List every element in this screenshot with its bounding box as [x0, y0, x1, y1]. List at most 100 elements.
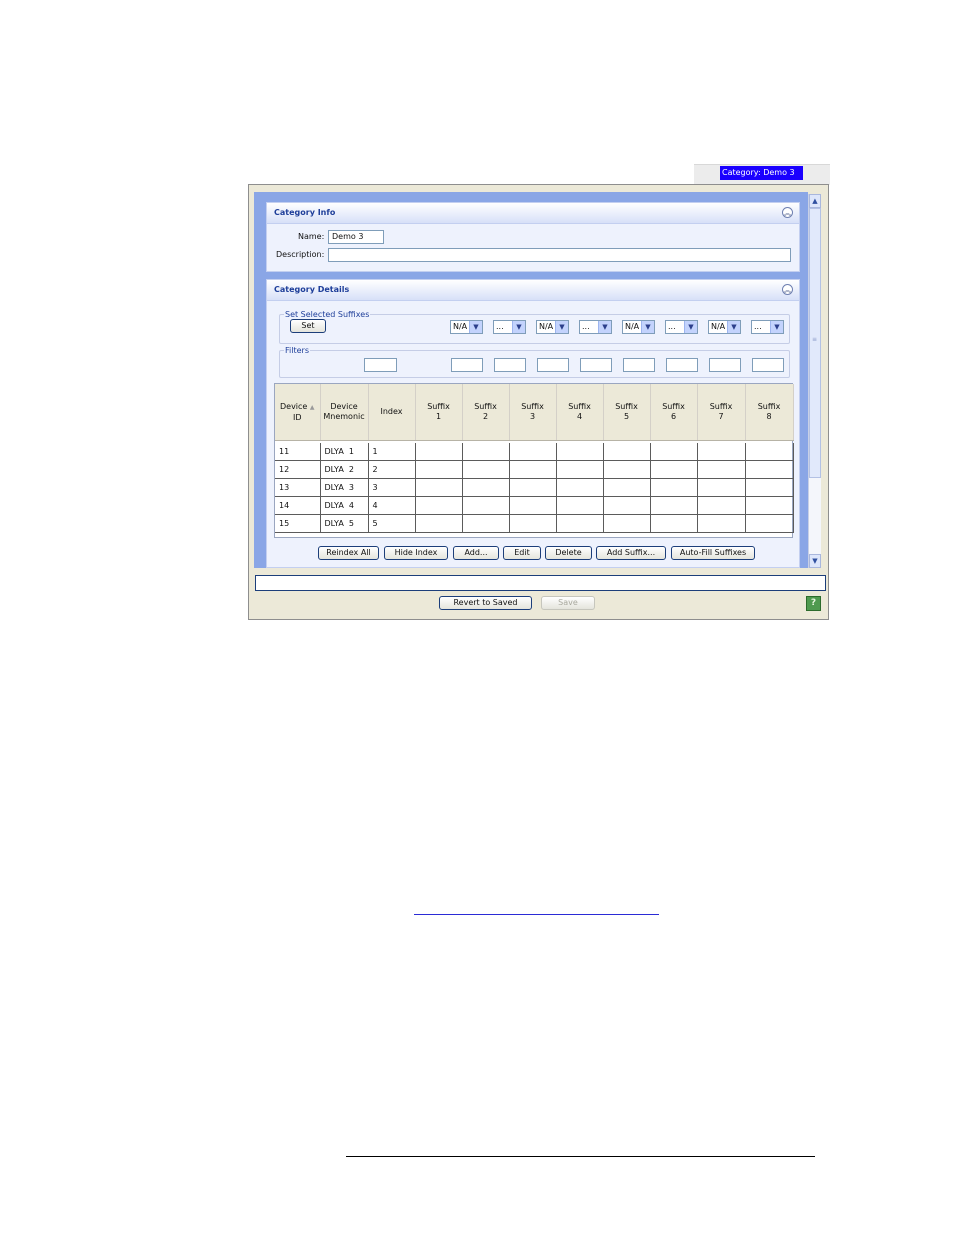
cell-suffix[interactable] [697, 460, 746, 479]
cell-suffix[interactable] [603, 478, 651, 497]
cell-suffix[interactable] [415, 514, 463, 533]
cell-suffix[interactable] [415, 478, 463, 497]
filter-suffix-7-input[interactable] [709, 358, 741, 372]
col-header-device-id[interactable]: Device ▲ ID [275, 384, 321, 441]
suffix-dropdown-7[interactable]: N/A ▼ [708, 320, 741, 334]
collapse-icon[interactable]: ︽ [782, 284, 793, 295]
set-button[interactable]: Set [290, 319, 326, 333]
col-header-suffix-6[interactable]: Suffix 6 [650, 384, 698, 441]
suffix-dropdown-2[interactable]: ... ▼ [493, 320, 526, 334]
cell-suffix[interactable] [650, 443, 698, 461]
cell-suffix[interactable] [697, 514, 746, 533]
cell-suffix[interactable] [745, 460, 794, 479]
col-header-suffix-8[interactable]: Suffix 8 [745, 384, 794, 441]
hide-index-button[interactable]: Hide Index [384, 546, 448, 560]
save-button[interactable]: Save [541, 596, 595, 610]
cell-suffix[interactable] [603, 496, 651, 515]
add-button[interactable]: Add... [453, 546, 499, 560]
suffix-dropdown-6[interactable]: ... ▼ [665, 320, 698, 334]
collapse-icon[interactable]: ︽ [782, 207, 793, 218]
cell-suffix[interactable] [745, 496, 794, 515]
cell-suffix[interactable] [509, 443, 557, 461]
table-row[interactable]: 14 DLYA 4 4 [275, 496, 794, 515]
reindex-all-button[interactable]: Reindex All [318, 546, 379, 560]
cell-suffix[interactable] [462, 496, 510, 515]
cell-suffix[interactable] [650, 478, 698, 497]
cell-suffix[interactable] [745, 443, 794, 461]
filter-suffix-5-input[interactable] [623, 358, 655, 372]
help-icon[interactable]: ? [806, 596, 821, 611]
category-details-header[interactable]: Category Details ︽ [267, 280, 799, 301]
category-tab[interactable]: Category: Demo 3 [720, 166, 803, 180]
status-bar [255, 575, 826, 591]
filter-suffix-2-input[interactable] [494, 358, 526, 372]
cell-suffix[interactable] [415, 443, 463, 461]
filter-suffix-1-input[interactable] [451, 358, 483, 372]
col-header-device-mnemonic[interactable]: Device Mnemonic [320, 384, 369, 441]
suffix-dropdown-5[interactable]: N/A ▼ [622, 320, 655, 334]
scroll-down-icon[interactable]: ▼ [809, 554, 821, 568]
filter-suffix-6-input[interactable] [666, 358, 698, 372]
table-row[interactable]: 13 DLYA 3 3 [275, 478, 794, 497]
filter-suffix-3-input[interactable] [537, 358, 569, 372]
cell-suffix[interactable] [509, 496, 557, 515]
category-info-header[interactable]: Category Info ︽ [267, 203, 799, 224]
table-row[interactable]: 11 DLYA 1 1 [275, 443, 794, 461]
cell-suffix[interactable] [462, 443, 510, 461]
cell-suffix[interactable] [462, 460, 510, 479]
suffix-dropdown-1[interactable]: N/A ▼ [450, 320, 483, 334]
hyperlink-underline[interactable] [414, 914, 659, 915]
col-header-index[interactable]: Index [368, 384, 416, 441]
scroll-up-icon[interactable]: ▲ [809, 194, 821, 208]
cell-suffix[interactable] [509, 514, 557, 533]
cell-suffix[interactable] [509, 460, 557, 479]
header-text: Suffix [709, 402, 733, 411]
cell-suffix[interactable] [697, 443, 746, 461]
description-field[interactable] [328, 248, 791, 262]
cell-suffix[interactable] [556, 460, 604, 479]
cell-suffix[interactable] [556, 514, 604, 533]
cell-suffix[interactable] [650, 514, 698, 533]
col-header-suffix-4[interactable]: Suffix 4 [556, 384, 604, 441]
delete-button[interactable]: Delete [545, 546, 592, 560]
cell-suffix[interactable] [556, 443, 604, 461]
suffix-dropdown-3[interactable]: N/A ▼ [536, 320, 569, 334]
cell-suffix[interactable] [650, 496, 698, 515]
col-header-suffix-1[interactable]: Suffix 1 [415, 384, 463, 441]
suffix-dropdown-4[interactable]: ... ▼ [579, 320, 612, 334]
dropdown-value: ... [754, 322, 762, 331]
cell-suffix[interactable] [556, 496, 604, 515]
edit-button[interactable]: Edit [503, 546, 541, 560]
cell-suffix[interactable] [603, 514, 651, 533]
table-row[interactable]: 12 DLYA 2 2 [275, 460, 794, 479]
add-suffix-button[interactable]: Add Suffix... [596, 546, 666, 560]
cell-suffix[interactable] [556, 478, 604, 497]
revert-to-saved-button[interactable]: Revert to Saved [439, 596, 532, 610]
col-header-suffix-2[interactable]: Suffix 2 [462, 384, 510, 441]
header-text: 3 [529, 412, 536, 421]
cell-suffix[interactable] [462, 514, 510, 533]
filter-index-input[interactable] [364, 358, 397, 372]
name-field[interactable]: Demo 3 [328, 230, 384, 244]
col-header-suffix-5[interactable]: Suffix 5 [603, 384, 651, 441]
auto-fill-suffixes-button[interactable]: Auto-Fill Suffixes [671, 546, 755, 560]
cell-suffix[interactable] [697, 478, 746, 497]
cell-suffix[interactable] [697, 496, 746, 515]
cell-suffix[interactable] [603, 443, 651, 461]
cell-suffix[interactable] [415, 460, 463, 479]
cell-suffix[interactable] [650, 460, 698, 479]
filter-suffix-8-input[interactable] [752, 358, 784, 372]
cell-suffix[interactable] [415, 496, 463, 515]
table-row[interactable]: 15 DLYA 5 5 [275, 514, 794, 533]
col-header-suffix-3[interactable]: Suffix 3 [509, 384, 557, 441]
cell-suffix[interactable] [745, 514, 794, 533]
suffix-dropdown-8[interactable]: ... ▼ [751, 320, 784, 334]
filter-suffix-4-input[interactable] [580, 358, 612, 372]
cell-suffix[interactable] [603, 460, 651, 479]
cell-suffix[interactable] [745, 478, 794, 497]
cell-suffix[interactable] [509, 478, 557, 497]
scroll-thumb[interactable]: ≡ [809, 208, 821, 478]
vertical-scrollbar[interactable]: ▲ ≡ ▼ [808, 194, 821, 568]
cell-suffix[interactable] [462, 478, 510, 497]
col-header-suffix-7[interactable]: Suffix 7 [697, 384, 746, 441]
